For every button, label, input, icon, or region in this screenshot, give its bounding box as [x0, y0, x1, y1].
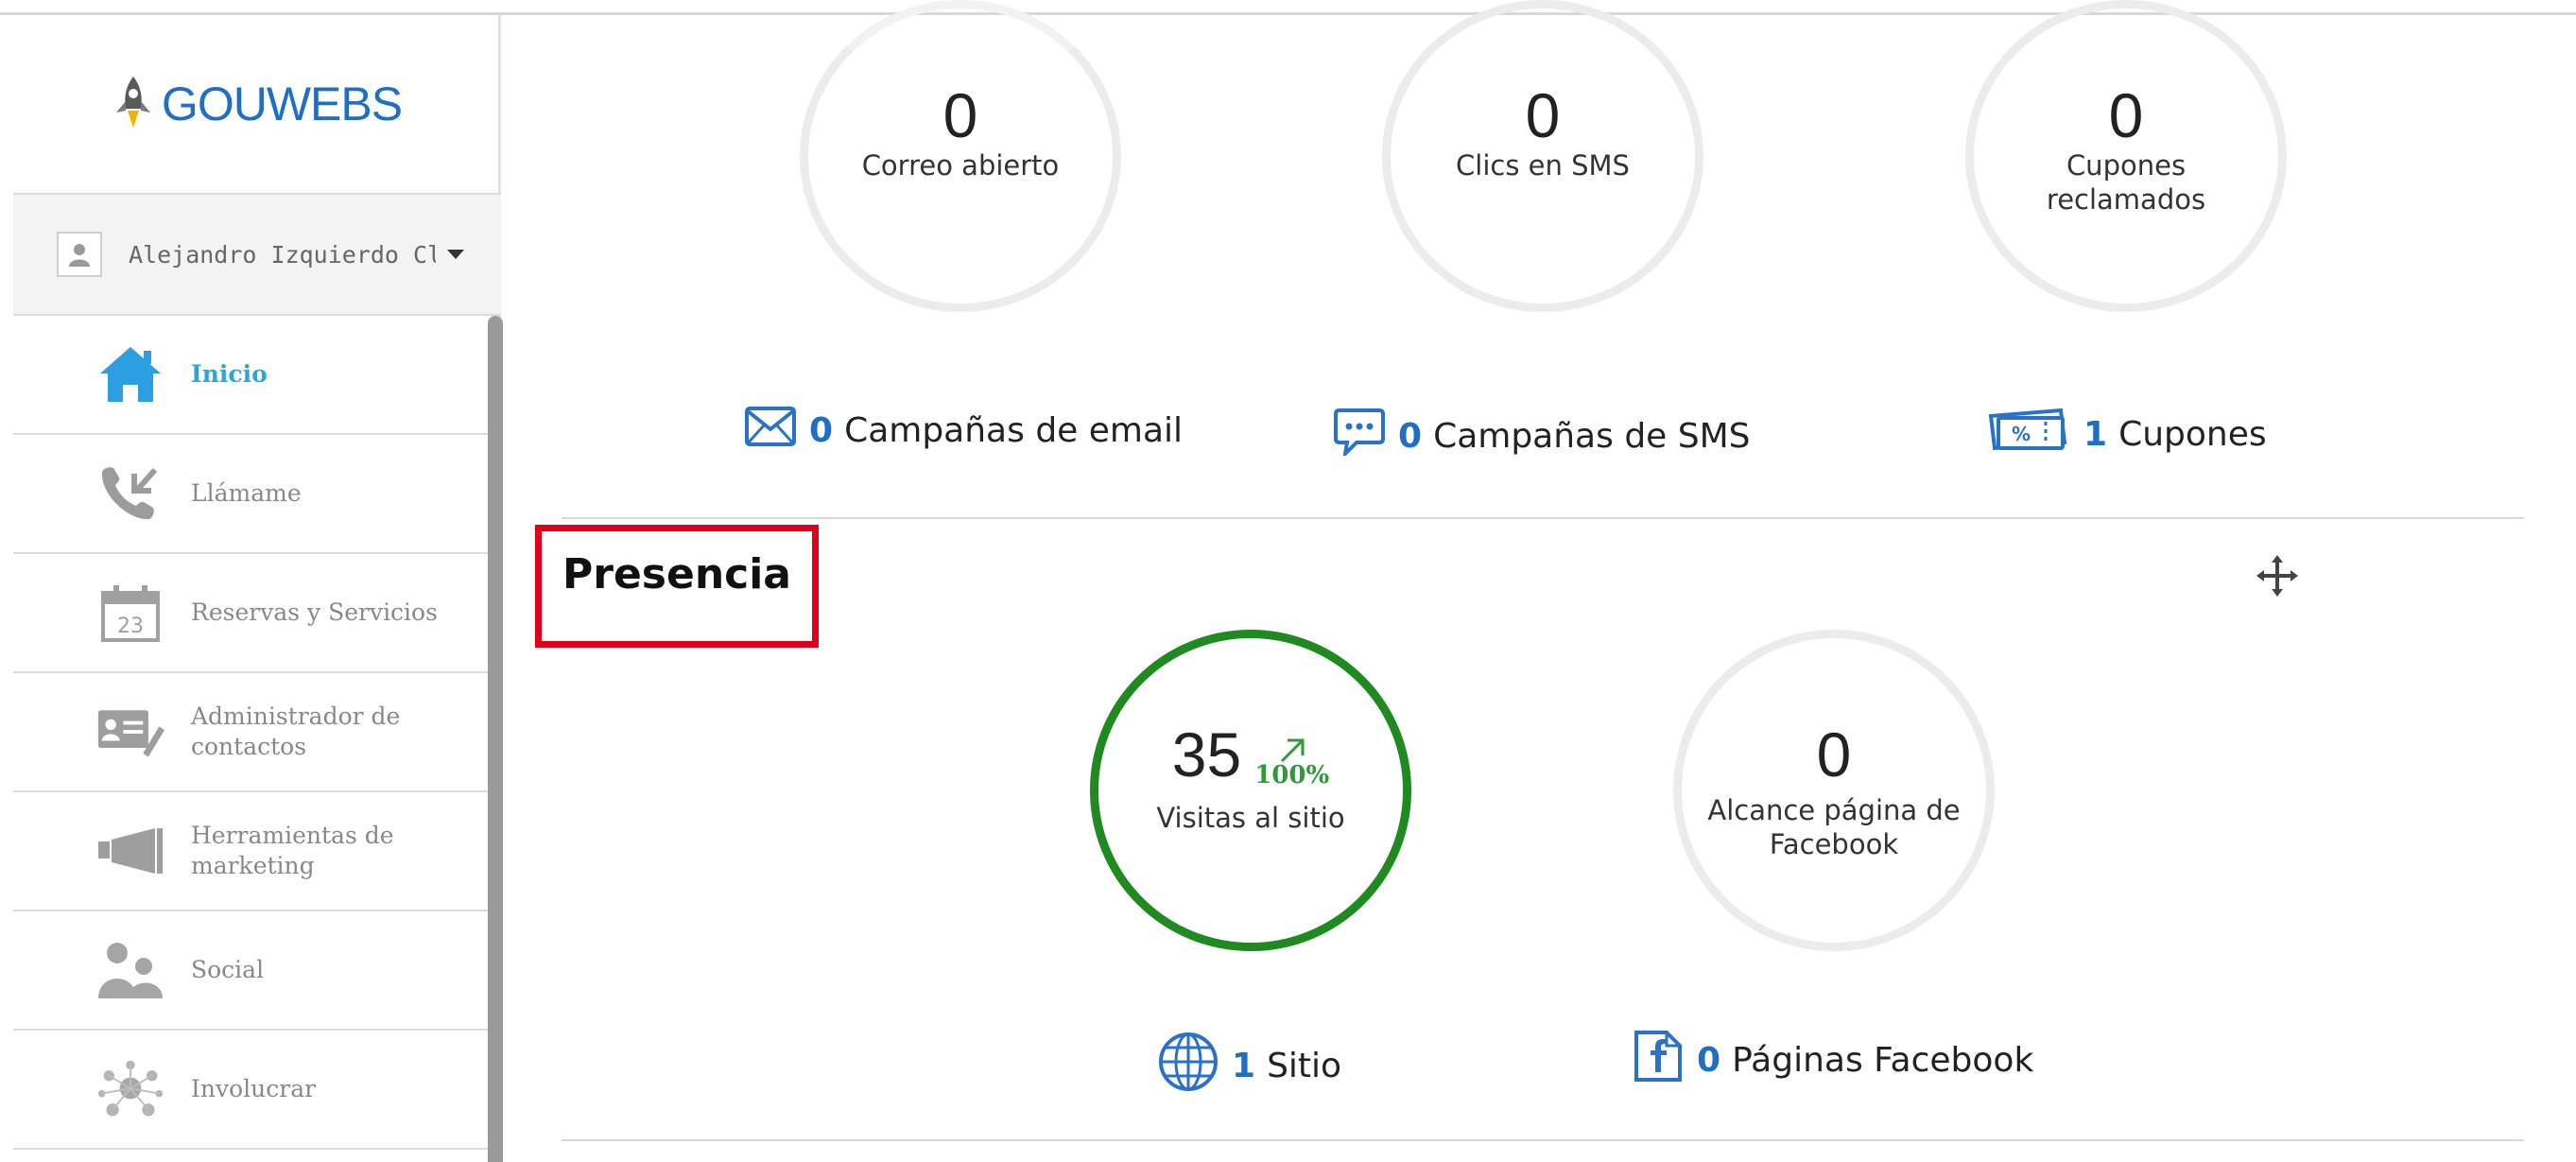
brand-logo[interactable]: GOUWEBS	[13, 15, 501, 195]
circle-label: Correo abierto	[861, 149, 1060, 182]
circle-value: 35	[1171, 720, 1242, 789]
label-line: marketing	[191, 852, 315, 879]
circle-value: 0	[1525, 80, 1561, 150]
contact-card-icon	[96, 698, 164, 766]
circle-label: Alcance página de Facebook	[1707, 794, 1961, 860]
circle-value: 0	[942, 80, 978, 150]
sidebar-item-label: Reservas y Servicios	[191, 598, 438, 626]
user-menu[interactable]: Alejandro Izquierdo Cli	[13, 195, 501, 316]
sidebar-item-reservas[interactable]: 23 Reservas y Servicios	[13, 554, 488, 673]
sidebar-item-contactos[interactable]: Administrador de contactos	[13, 673, 488, 792]
stat-count: 0	[1697, 1041, 1721, 1080]
sidebar-item-label: Administrador de contactos	[191, 702, 400, 762]
calendar-icon: 23	[96, 579, 164, 647]
stat-label: Campañas de email	[844, 411, 1184, 450]
envelope-icon	[745, 407, 796, 455]
stat-sitio[interactable]: 1 Sitio	[1158, 1032, 1341, 1101]
sidebar-item-llamame[interactable]: Llámame	[13, 435, 488, 554]
arrow-up-right-icon	[1280, 738, 1305, 763]
circle-label: Visitas al sitio	[1156, 802, 1345, 834]
phone-icon	[96, 460, 164, 528]
sidebar: GOUWEBS Alejandro Izquierdo Cli Inicio L…	[13, 15, 503, 1162]
sidebar-item-label: Inicio	[191, 360, 268, 388]
stat-circle-correo: 0 Correo abierto	[800, 0, 1121, 312]
stat-label: Campañas de SMS	[1433, 417, 1751, 456]
chevron-down-icon[interactable]	[447, 250, 464, 259]
label-line: contactos	[191, 733, 307, 760]
people-icon	[96, 936, 164, 1004]
stat-circle-visitas: 35 100% Visitas al sitio	[1090, 630, 1411, 951]
sms-bubble-icon	[1334, 408, 1385, 464]
user-name: Alejandro Izquierdo Cli	[129, 240, 436, 269]
section-divider	[562, 517, 2524, 519]
move-handle-icon[interactable]	[2255, 553, 2300, 602]
stat-label: Sitio	[1267, 1047, 1342, 1085]
sidebar-item-label: Social	[191, 956, 265, 983]
label-line: Administrador de	[191, 702, 401, 730]
stat-label: Cupones	[2118, 415, 2267, 454]
section-title: Presencia	[562, 550, 791, 598]
growth-percent: 100%	[1254, 761, 1330, 789]
svg-text:%: %	[2012, 423, 2031, 445]
sidebar-item-label: Llámame	[191, 479, 302, 507]
user-avatar-icon	[57, 232, 102, 277]
network-icon	[96, 1055, 164, 1123]
label-line: Herramientas de	[191, 822, 394, 849]
sidebar-menu: Inicio Llámame 23 Reservas y Servicios A…	[13, 316, 488, 1150]
sidebar-item-involucrar[interactable]: Involucrar	[13, 1031, 488, 1150]
circle-value: 0	[1816, 720, 1852, 789]
circle-value: 0	[2108, 80, 2144, 150]
globe-icon	[1158, 1032, 1219, 1101]
logo-text: GOUWEBS	[161, 78, 403, 130]
growth-indicator: 100%	[1254, 737, 1329, 788]
stat-circle-cupones: 0 Cupones reclamados	[1965, 0, 2287, 312]
stat-count: 1	[1232, 1047, 1256, 1085]
sidebar-scrollbar[interactable]	[488, 316, 503, 1162]
rocket-icon	[112, 75, 154, 133]
home-icon	[96, 340, 164, 408]
stat-campanas-email[interactable]: 0 Campañas de email	[745, 407, 1183, 455]
sidebar-item-marketing[interactable]: Herramientas de marketing	[13, 792, 488, 911]
visits-value-row: 35 100%	[1172, 721, 1329, 788]
sidebar-item-label: Involucrar	[191, 1075, 317, 1102]
sidebar-item-social[interactable]: Social	[13, 911, 488, 1031]
section-divider-bottom	[562, 1139, 2524, 1141]
coupon-icon: %	[1985, 408, 2070, 460]
stat-count: 0	[809, 411, 834, 450]
megaphone-icon	[96, 817, 164, 885]
stat-label: Páginas Facebook	[1732, 1041, 2034, 1080]
facebook-icon	[1633, 1029, 1684, 1092]
calendar-day: 23	[117, 615, 144, 638]
stat-count: 1	[2083, 415, 2108, 454]
stat-circle-facebook: 0 Alcance página de Facebook	[1673, 630, 1995, 951]
sidebar-item-label: Herramientas de marketing	[191, 821, 394, 881]
stat-count: 0	[1398, 417, 1423, 456]
sidebar-item-inicio[interactable]: Inicio	[13, 316, 488, 435]
stat-circle-sms: 0 Clics en SMS	[1382, 0, 1703, 312]
circle-label: Cupones reclamados	[2046, 149, 2206, 216]
stat-cupones[interactable]: % 1 Cupones	[1985, 408, 2267, 460]
circle-label: Clics en SMS	[1456, 149, 1630, 182]
stat-campanas-sms[interactable]: 0 Campañas de SMS	[1334, 408, 1751, 464]
stat-paginas-facebook[interactable]: 0 Páginas Facebook	[1633, 1029, 2033, 1092]
